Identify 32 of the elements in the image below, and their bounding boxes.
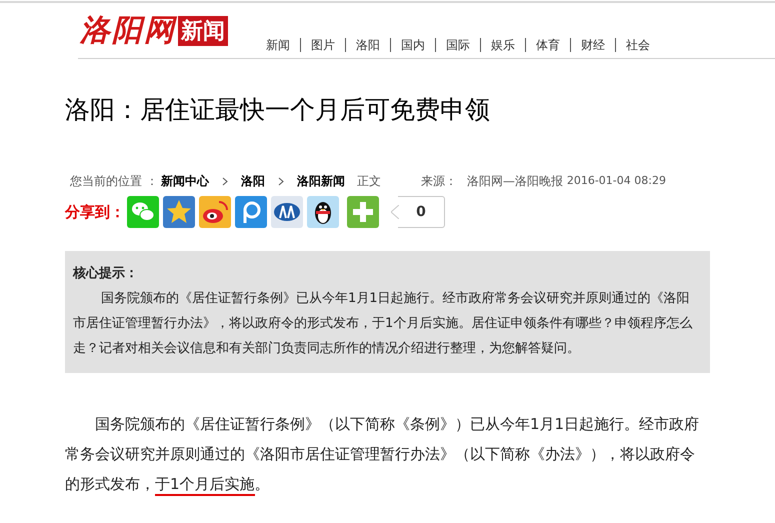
breadcrumb-link[interactable]: 洛阳	[240, 172, 265, 190]
article-title: 洛阳：居住证最快一个月后可免费申领	[65, 94, 491, 126]
breadcrumb-label: 您当前的位置 ：	[70, 173, 158, 190]
nav-link[interactable]: 体育	[526, 36, 570, 54]
nav-link[interactable]: 新闻	[256, 36, 300, 54]
article-paragraph: 国务院颁布的《居住证暂行条例》（以下简称《条例》）已从今年1月1日起施行。经市政府常务会议研究并原则通过的《洛阳市居住证管理暂行办法》（以下简称《办法》），将以政府令的形式发布，于1个月后实施。	[65, 409, 710, 499]
wechat-icon[interactable]	[127, 196, 159, 228]
breadcrumb-current: 正文	[356, 173, 381, 190]
chevron-icon	[278, 176, 284, 186]
nav-link[interactable]: 国际	[436, 36, 480, 54]
source-label: 来源：	[420, 173, 457, 190]
breadcrumb-link[interactable]: 新闻中心	[160, 172, 209, 190]
logo-badge: 新闻	[178, 16, 228, 46]
nav-link[interactable]: 社会	[616, 36, 660, 54]
source-text: 洛阳网—洛阳晚报	[466, 173, 563, 190]
summary-text: 国务院颁布的《居住证暂行条例》已从今年1月1日起施行。经市政府常务会议研究并原则通过的《洛阳市居住证管理暂行办法》，将以政府令的形式发布，于1个月后实施。居住证申领条件有哪些？申领程序怎么走？记者对相关会议信息和有关部门负责同志所作的情况介绍进行整理，为您解答疑问。	[73, 290, 694, 358]
publish-date: 2016-01-04 08:29	[566, 172, 666, 189]
nav-link[interactable]: 财经	[571, 36, 615, 54]
breadcrumb-link[interactable]: 洛阳新闻	[296, 172, 345, 190]
nav-link[interactable]: 图片	[301, 36, 345, 54]
plus-icon[interactable]	[347, 196, 379, 228]
logo-text: 洛阳网	[80, 14, 176, 48]
penguin-icon[interactable]	[307, 196, 339, 228]
summary-heading: 核心提示：	[73, 264, 139, 283]
chevron-icon	[222, 176, 228, 186]
share-label: 分享到：	[65, 202, 125, 223]
pointer-icon	[391, 205, 399, 219]
eye-icon[interactable]	[199, 196, 231, 228]
nav-link[interactable]: 洛阳	[346, 36, 390, 54]
share-count: 0	[398, 196, 445, 228]
nav-link[interactable]: 国内	[391, 36, 435, 54]
nav-link[interactable]: 娱乐	[481, 36, 525, 54]
